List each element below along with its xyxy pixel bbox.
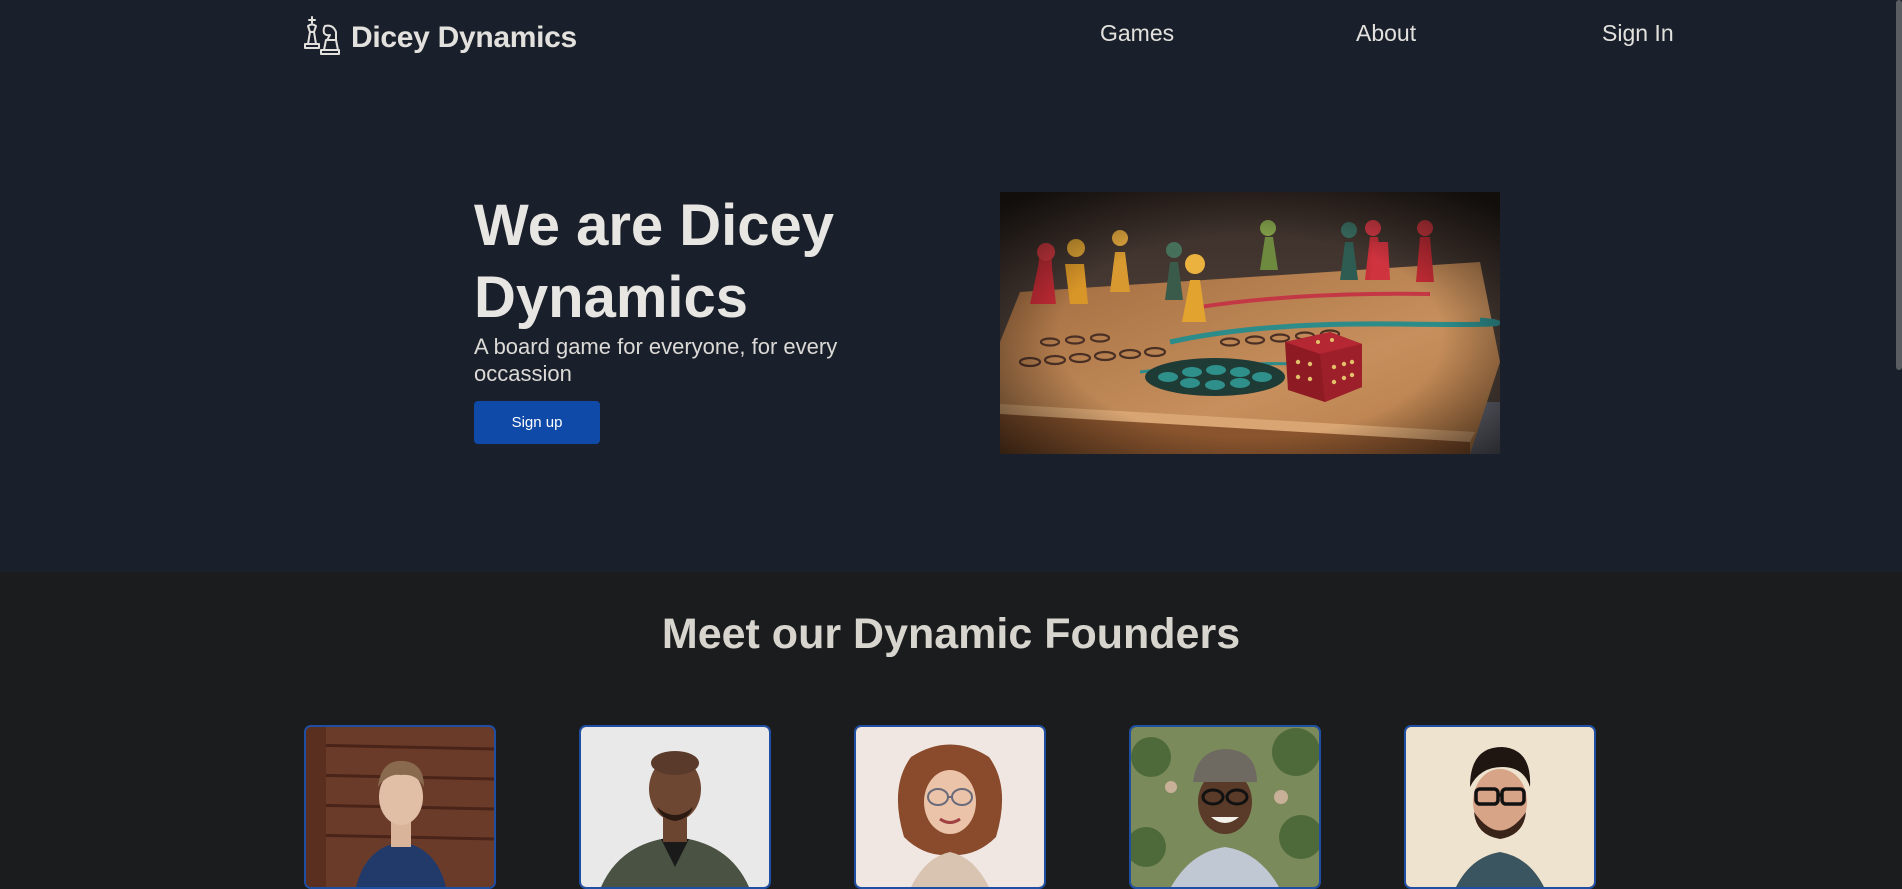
hero-section: Dicey Dynamics Games About Sign In We ar… xyxy=(0,0,1902,572)
founders-title: Meet our Dynamic Founders xyxy=(661,610,1241,658)
board-game-photo xyxy=(1000,192,1500,454)
nav-link-about[interactable]: About xyxy=(1356,20,1416,47)
brand-title: Dicey Dynamics xyxy=(351,20,577,54)
founder-photo xyxy=(581,727,769,887)
nav-link-games[interactable]: Games xyxy=(1100,20,1174,47)
hero-title: We are Dicey Dynamics xyxy=(474,193,835,330)
founder-photo xyxy=(306,727,494,887)
founder-card[interactable] xyxy=(1129,725,1321,889)
signup-button[interactable]: Sign up xyxy=(474,401,600,444)
founder-photo xyxy=(1406,727,1594,887)
scrollbar-thumb[interactable] xyxy=(1896,0,1902,370)
navbar: Dicey Dynamics Games About Sign In xyxy=(0,0,1902,72)
founder-photo xyxy=(856,727,1044,887)
brand[interactable]: Dicey Dynamics xyxy=(303,14,577,61)
founder-card[interactable] xyxy=(304,725,496,889)
founder-card[interactable] xyxy=(1404,725,1596,889)
founder-card[interactable] xyxy=(854,725,1046,889)
founder-card[interactable] xyxy=(579,725,771,889)
chess-pieces-icon xyxy=(303,14,341,61)
hero-subtitle: A board game for everyone, for every occ… xyxy=(474,334,838,386)
nav-link-sign-in[interactable]: Sign In xyxy=(1602,20,1674,47)
founder-photo xyxy=(1131,727,1319,887)
